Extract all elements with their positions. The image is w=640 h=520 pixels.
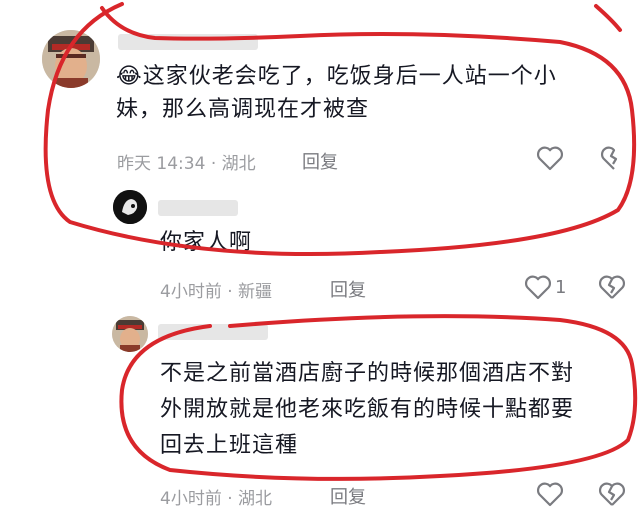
location: 新疆 — [238, 282, 273, 302]
avatar[interactable] — [112, 316, 148, 352]
reply-button[interactable]: 回复 — [302, 148, 338, 174]
meta-separator: · — [227, 282, 233, 302]
timestamp: 4小时前 — [160, 489, 222, 509]
heart-icon[interactable] — [536, 481, 564, 507]
username[interactable] — [158, 200, 238, 216]
timestamp: 昨天 14:34 — [117, 154, 206, 174]
comment-meta: 4小时前 · 湖北 — [160, 484, 272, 509]
dislike-broken-heart-icon[interactable] — [600, 145, 640, 171]
comment-text-line: 这家伙老会吃了，吃饭身后一人站一个小 — [142, 64, 557, 89]
annotation-loop-top-tail — [594, 4, 622, 32]
comment-text: 😂这家伙老会吃了，吃饭身后一人站一个小 妹，那么高调现在才被查 — [116, 60, 626, 126]
avatar[interactable] — [113, 190, 147, 224]
comment-meta: 昨天 14:34 · 湖北 — [117, 149, 256, 174]
comment-text-line: 不是之前當酒店廚子的時候那個酒店不對 — [160, 361, 575, 386]
comment-text-line: 回去上班這種 — [160, 433, 299, 458]
heart-icon[interactable] — [524, 274, 552, 300]
dislike-broken-heart-icon[interactable] — [598, 481, 626, 507]
comment-text: 不是之前當酒店廚子的時候那個酒店不對 外開放就是他老來吃飯有的時候十點都要 回去… — [160, 356, 630, 464]
meta-separator: · — [227, 489, 233, 509]
emoji-laughing-icon: 😂 — [116, 64, 143, 89]
timestamp: 4小时前 — [160, 282, 222, 302]
comment-meta: 4小时前 · 新疆 — [160, 277, 272, 302]
heart-icon[interactable] — [536, 145, 564, 171]
reply-button[interactable]: 回复 — [330, 276, 366, 302]
meta-separator: · — [210, 154, 217, 174]
like-count: 1 — [555, 277, 567, 298]
username[interactable] — [158, 324, 268, 340]
reply-button[interactable]: 回复 — [330, 483, 366, 509]
dislike-broken-heart-icon[interactable] — [598, 274, 626, 300]
comment-text: 你家人啊 — [160, 230, 253, 255]
comment-text-line: 妹，那么高调现在才被查 — [116, 97, 370, 122]
comment-text-line: 外開放就是他老來吃飯有的時候十點都要 — [160, 397, 575, 422]
avatar[interactable] — [42, 30, 100, 88]
location: 湖北 — [238, 489, 273, 509]
location: 湖北 — [221, 154, 256, 174]
username[interactable] — [118, 34, 258, 50]
